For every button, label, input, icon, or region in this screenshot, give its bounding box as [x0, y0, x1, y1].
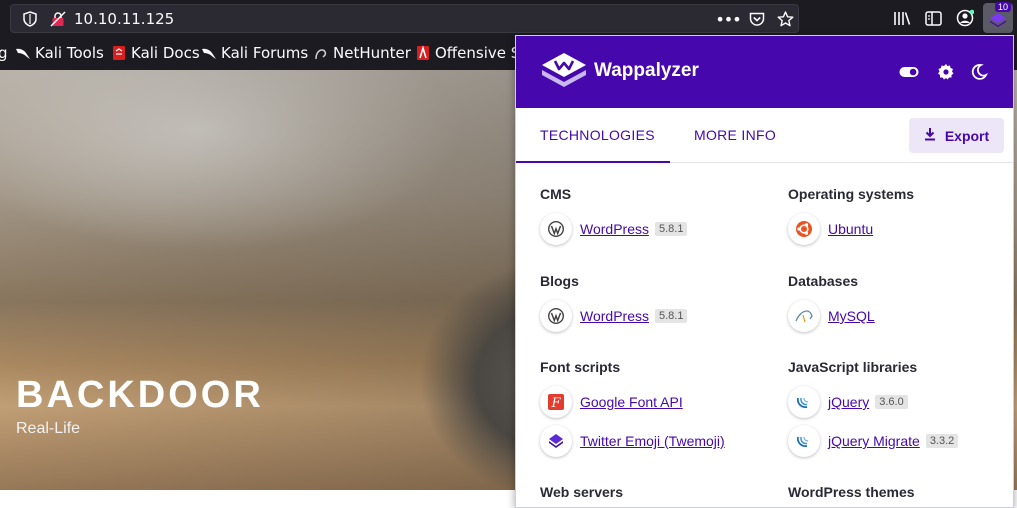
- kali-dragon-icon: [15, 45, 31, 61]
- tech-name[interactable]: WordPress: [580, 308, 649, 324]
- wappalyzer-extension-button[interactable]: 10: [983, 2, 1013, 33]
- library-icon[interactable]: [892, 9, 912, 27]
- tech-name[interactable]: jQuery: [828, 394, 869, 410]
- active-tab-indicator: [516, 161, 670, 163]
- site-title[interactable]: BACKDOOR: [16, 374, 264, 417]
- account-icon[interactable]: [954, 8, 976, 28]
- tech-item[interactable]: WordPress 5.8.1: [540, 300, 688, 332]
- wappalyzer-popup: Wappalyzer TECHNOLOGIES MORE INFO Export…: [515, 35, 1014, 508]
- tech-item[interactable]: WordPress 5.8.1: [540, 213, 688, 245]
- tech-name[interactable]: Google Font API: [580, 394, 683, 410]
- tech-name[interactable]: MySQL: [828, 308, 875, 324]
- tab-technologies[interactable]: TECHNOLOGIES: [540, 127, 655, 143]
- tech-item[interactable]: jQuery 3.6.0: [788, 386, 908, 418]
- category-operating-systems: Operating systems: [788, 186, 915, 202]
- tech-name[interactable]: Twitter Emoji (Twemoji): [580, 433, 725, 449]
- toggle-icon[interactable]: [899, 62, 919, 82]
- wappalyzer-icon: [988, 10, 1008, 30]
- tech-item[interactable]: F Google Font API: [540, 386, 683, 418]
- category-font-scripts: Font scripts: [540, 359, 621, 375]
- wordpress-icon: [540, 300, 572, 332]
- category-databases: Databases: [788, 273, 859, 289]
- bookmark-label: Kali Forums: [221, 44, 309, 62]
- tech-version: 5.8.1: [654, 222, 688, 236]
- tech-name[interactable]: Ubuntu: [828, 221, 873, 237]
- pocket-icon[interactable]: [748, 10, 766, 28]
- insecure-lock-icon[interactable]: [49, 10, 67, 28]
- page-actions-icon[interactable]: •••: [715, 10, 741, 29]
- extension-badge: 10: [995, 2, 1012, 12]
- bookmark-kali-docs[interactable]: Kali Docs: [111, 44, 200, 62]
- settings-gear-icon[interactable]: [936, 62, 956, 82]
- mysql-icon: [788, 300, 820, 332]
- wappalyzer-logo-icon: [540, 51, 588, 95]
- nethunter-icon: [313, 45, 329, 61]
- tech-item[interactable]: jQuery Migrate 3.3.2: [788, 425, 959, 457]
- url-text[interactable]: 10.10.11.125: [74, 10, 174, 28]
- sidebar-icon[interactable]: [923, 9, 943, 27]
- category-cms: CMS: [540, 186, 572, 202]
- tech-name[interactable]: WordPress: [580, 221, 649, 237]
- brand-name: Wappalyzer: [594, 60, 699, 81]
- popup-header: Wappalyzer: [516, 36, 1013, 108]
- ubuntu-icon: [788, 213, 820, 245]
- bookmark-partial[interactable]: g: [0, 44, 8, 62]
- bookmark-label: Kali Docs: [131, 44, 200, 62]
- export-button[interactable]: Export: [909, 118, 1004, 153]
- browser-toolbar: 10.10.11.125 ••• 10: [0, 0, 1017, 37]
- export-label: Export: [944, 127, 990, 144]
- bookmark-kali-forums[interactable]: Kali Forums: [201, 44, 308, 62]
- bookmark-kali-tools[interactable]: Kali Tools: [15, 44, 104, 62]
- svg-text:F: F: [550, 396, 561, 411]
- bookmark-label: NetHunter: [333, 44, 411, 62]
- category-web-servers: Web servers: [540, 484, 624, 500]
- tech-item[interactable]: Ubuntu: [788, 213, 873, 245]
- twemoji-icon: [540, 425, 572, 457]
- site-tagline: Real-Life: [16, 420, 81, 437]
- offsec-icon: [415, 45, 431, 61]
- tech-name[interactable]: jQuery Migrate: [828, 433, 920, 449]
- dark-mode-moon-icon[interactable]: [969, 62, 989, 82]
- bookmark-offensive-security[interactable]: Offensive Se: [415, 44, 529, 62]
- bookmark-star-icon[interactable]: [776, 10, 794, 28]
- category-wordpress-themes: WordPress themes: [788, 484, 915, 500]
- shield-icon[interactable]: [22, 11, 38, 27]
- bookmark-nethunter[interactable]: NetHunter: [313, 44, 411, 62]
- bookmark-label: Kali Tools: [35, 44, 104, 62]
- jquery-icon: [788, 386, 820, 418]
- tab-more-info[interactable]: MORE INFO: [694, 127, 776, 143]
- tech-item[interactable]: Twitter Emoji (Twemoji): [540, 425, 725, 457]
- google-font-icon: F: [540, 386, 572, 418]
- kali-docs-icon: [111, 45, 127, 61]
- jquery-icon: [788, 425, 820, 457]
- download-icon: [924, 127, 936, 144]
- tech-version: 5.8.1: [654, 309, 688, 323]
- tech-version: 3.3.2: [925, 434, 959, 448]
- url-bar[interactable]: 10.10.11.125 •••: [10, 4, 799, 33]
- wordpress-icon: [540, 213, 572, 245]
- category-javascript-libraries: JavaScript libraries: [788, 359, 918, 375]
- tech-item[interactable]: MySQL: [788, 300, 875, 332]
- kali-dragon-icon: [201, 45, 217, 61]
- category-blogs: Blogs: [540, 273, 579, 289]
- tech-version: 3.6.0: [875, 395, 908, 409]
